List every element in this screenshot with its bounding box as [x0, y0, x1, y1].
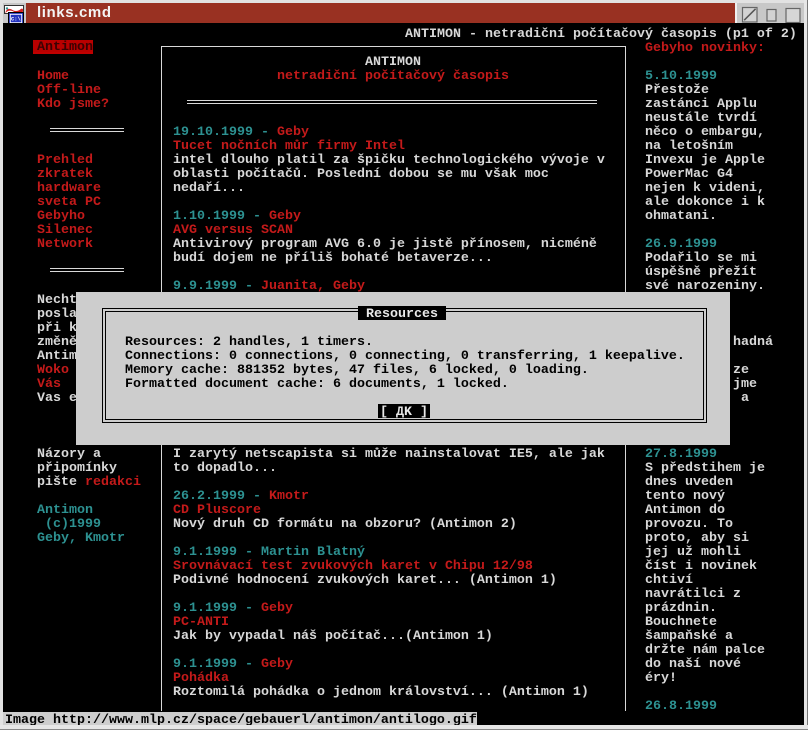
svg-text:C:\: C:\	[11, 17, 21, 23]
